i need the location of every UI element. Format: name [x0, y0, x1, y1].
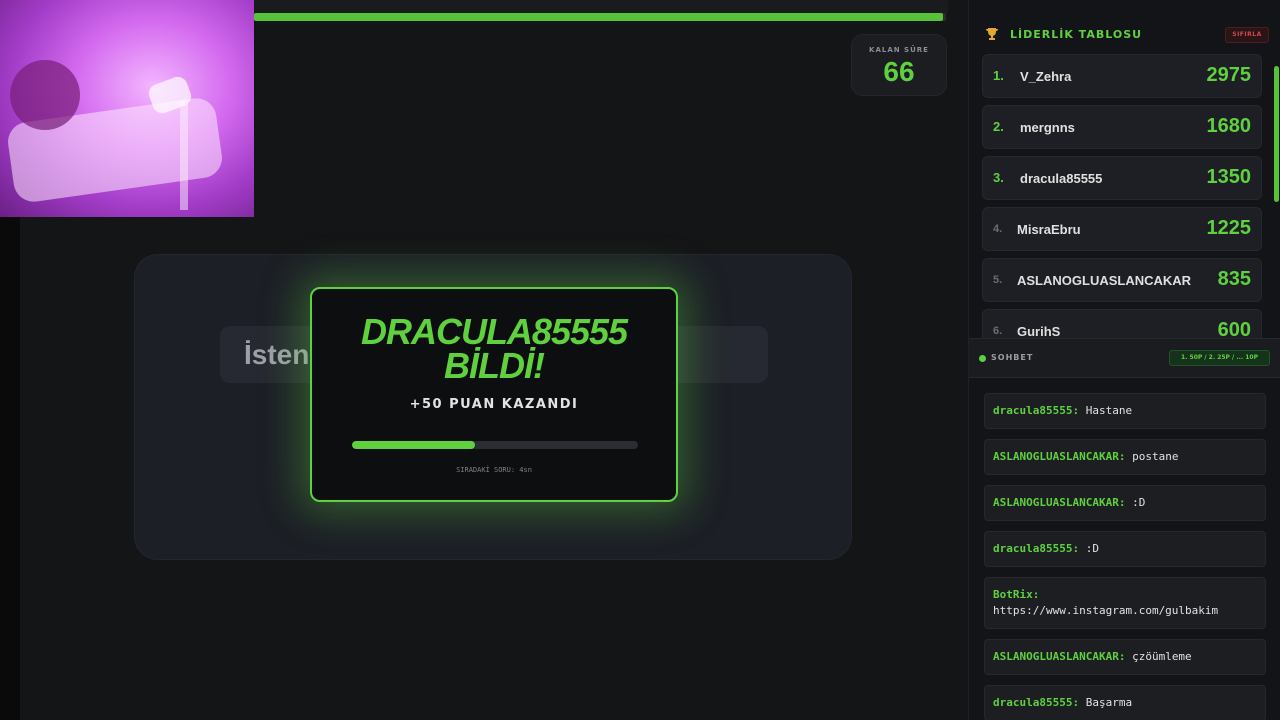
leaderboard-name: GurihS: [1017, 324, 1061, 338]
next-question-countdown: SIRADAKİ SORU: 4sn: [456, 466, 532, 474]
leaderboard-name: ASLANOGLUASLANCAKAR: [1017, 273, 1192, 288]
webcam-person-shape: [10, 60, 80, 130]
leaderboard-name: V_Zehra: [1020, 69, 1072, 84]
top-bar: [254, 0, 948, 14]
chat-message: dracula85555: :D: [984, 531, 1266, 567]
chat-username: dracula85555:: [993, 696, 1080, 709]
leaderboard-row: 2. mergnns 1680: [982, 105, 1262, 149]
chat-list: dracula85555: Hastane ASLANOGLUASLANCAKA…: [984, 393, 1266, 720]
chat-title: SOHBET: [991, 353, 1034, 362]
round-progress-fill: [254, 13, 943, 21]
leaderboard-row: 4. MisraEbru 1225: [982, 207, 1262, 251]
chat-username: ASLANOGLUASLANCAKAR:: [993, 450, 1126, 463]
timer-label: KALAN SÜRE: [869, 46, 929, 54]
next-question-progress: [352, 441, 638, 449]
leaderboard-score: 1680: [1206, 115, 1252, 137]
points-badge: 1. 50P / 2. 25P / ... 10P: [1169, 350, 1270, 366]
chat-message: ASLANOGLUASLANCAKAR: çzöümleme: [984, 639, 1266, 675]
chat-message: dracula85555: Başarma: [984, 685, 1266, 720]
leaderboard-rank: 4.: [993, 223, 1003, 235]
timer-value: 66: [883, 56, 915, 87]
chat-username: ASLANOGLUASLANCAKAR:: [993, 496, 1126, 509]
chat-message: dracula85555: Hastane: [984, 393, 1266, 429]
leaderboard-title: LİDERLİK TABLOSU: [1010, 28, 1143, 41]
leaderboard-score: 835: [1217, 268, 1251, 290]
leaderboard-row: 5. ASLANOGLUASLANCAKAR 835: [982, 258, 1262, 302]
chat-username: dracula85555:: [993, 542, 1080, 555]
online-dot-icon: [979, 355, 986, 362]
leaderboard-scrollbar[interactable]: [1274, 66, 1279, 202]
winner-points: +50 PUAN KAZANDI: [409, 397, 579, 412]
chat-text: çzöümleme: [1132, 650, 1192, 663]
leaderboard-list: 1. V_Zehra 2975 2. mergnns 1680 3. dracu…: [982, 54, 1262, 338]
chat-header: SOHBET 1. 50P / 2. 25P / ... 10P: [969, 338, 1280, 378]
chat-message: BotRix: https://www.instagram.com/gulbak…: [984, 577, 1266, 629]
chat-text: Başarma: [1085, 696, 1133, 709]
chat-text: Hastane: [1085, 404, 1133, 417]
trophy-icon: [986, 28, 998, 40]
winner-title-line2: BİLDİ!: [444, 345, 545, 386]
leaderboard-score: 1350: [1206, 166, 1252, 188]
chat-username: BotRix:: [993, 588, 1040, 601]
chat-username: ASLANOGLUASLANCAKAR:: [993, 650, 1126, 663]
webcam-overlay: [0, 0, 254, 217]
leaderboard-rank: 2.: [993, 119, 1004, 134]
leaderboard-row: 3. dracula85555 1350: [982, 156, 1262, 200]
chat-username: dracula85555:: [993, 404, 1080, 417]
chat-text: :D: [1085, 542, 1099, 555]
leaderboard-row: 1. V_Zehra 2975: [982, 54, 1262, 98]
winner-title: DRACULA85555 BİLDİ!: [312, 314, 676, 386]
chat-text: postane: [1132, 450, 1179, 463]
leaderboard-rank: 3.: [993, 170, 1004, 185]
leaderboard-name: dracula85555: [1020, 171, 1103, 186]
leaderboard-name: MisraEbru: [1017, 222, 1081, 237]
chat-text: https://www.instagram.com/gulbakim: [993, 604, 1219, 617]
chat-text: :D: [1132, 496, 1146, 509]
webcam-rail-shape: [180, 100, 188, 210]
timer-box: KALAN SÜRE 66: [851, 34, 947, 96]
leaderboard-score: 2975: [1206, 64, 1252, 86]
leaderboard-name: mergnns: [1020, 120, 1075, 135]
round-progress-bar: [254, 13, 946, 21]
leaderboard-row: 6. GurihS 600: [982, 309, 1262, 338]
leaderboard-rank: 1.: [993, 68, 1004, 83]
leaderboard-rank: 6.: [993, 325, 1003, 337]
leaderboard-score: 600: [1217, 319, 1251, 338]
chat-message: ASLANOGLUASLANCAKAR: :D: [984, 485, 1266, 521]
leaderboard-header: LİDERLİK TABLOSU SIFIRLA: [968, 18, 1280, 54]
reset-button[interactable]: SIFIRLA: [1225, 27, 1269, 43]
chat-message: ASLANOGLUASLANCAKAR: postane: [984, 439, 1266, 475]
leaderboard-score: 1225: [1206, 217, 1252, 239]
next-question-progress-fill: [352, 441, 475, 449]
winner-popup: DRACULA85555 BİLDİ! +50 PUAN KAZANDI SIR…: [310, 287, 678, 502]
leaderboard-rank: 5.: [993, 274, 1003, 286]
